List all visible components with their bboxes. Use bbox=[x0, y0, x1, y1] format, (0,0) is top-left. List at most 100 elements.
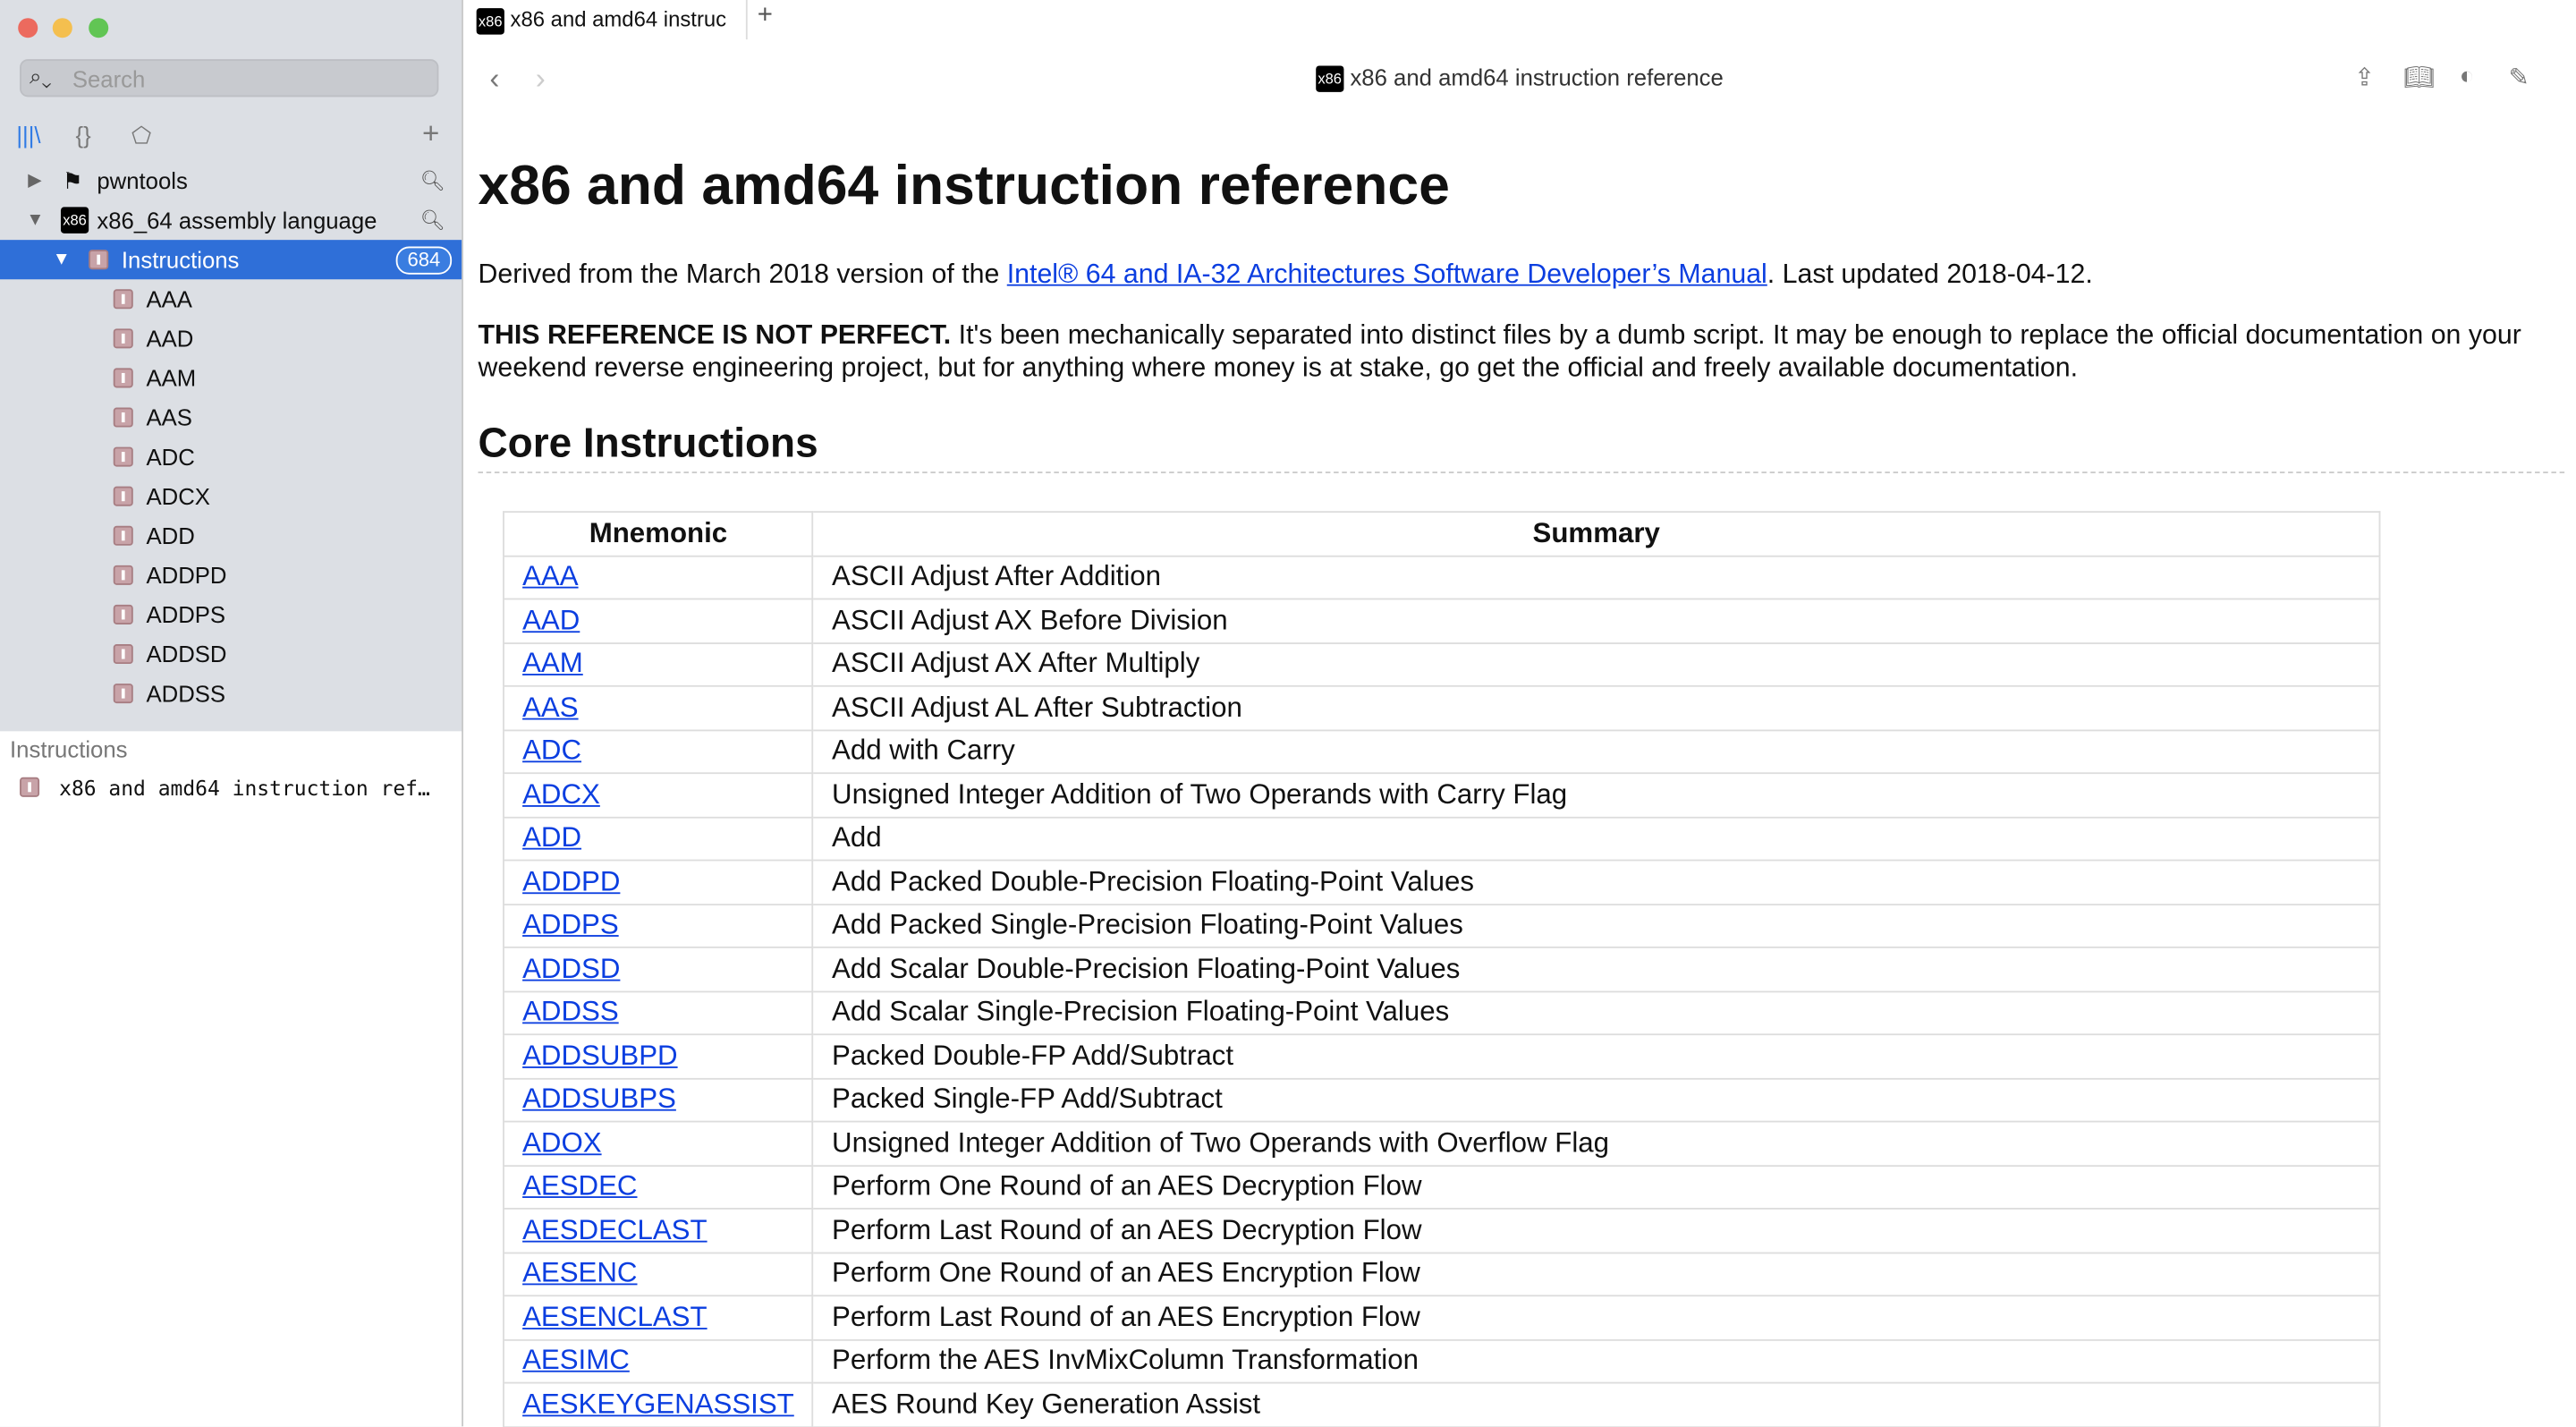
mnemonic-link[interactable]: ADDSS bbox=[522, 997, 619, 1028]
mnemonic-link[interactable]: ADD bbox=[522, 822, 581, 854]
mnemonic-cell: ADD bbox=[503, 815, 814, 862]
mnemonic-link[interactable]: ADDSD bbox=[522, 953, 620, 984]
disclosure-down-icon[interactable]: ▼ bbox=[26, 200, 44, 240]
table-row: AAD ASCII Adjust AX Before Division bbox=[503, 598, 2381, 644]
sidebar-item[interactable]: ADDSUBPD bbox=[0, 713, 462, 721]
summary-cell: ASCII Adjust After Addition bbox=[811, 554, 2381, 600]
instruction-icon bbox=[113, 604, 133, 624]
add-icon[interactable]: + bbox=[422, 116, 439, 151]
index-item[interactable]: x86 and amd64 instruction ref… bbox=[0, 770, 462, 806]
mnemonic-link[interactable]: AESDECLAST bbox=[522, 1214, 708, 1245]
share-icon[interactable]: ⇪ bbox=[2354, 63, 2375, 92]
mnemonic-link[interactable]: AESENCLAST bbox=[522, 1301, 708, 1332]
summary-cell: Add bbox=[811, 815, 2381, 862]
search-icon[interactable]: 🔍︎ bbox=[420, 161, 445, 200]
table-row: ADOX Unsigned Integer Addition of Two Ope… bbox=[503, 1120, 2381, 1167]
mnemonic-cell: ADDSUBPS bbox=[503, 1076, 814, 1123]
table-row: AESIMC Perform the AES InvMixColumn Trans… bbox=[503, 1338, 2381, 1384]
close-button[interactable] bbox=[18, 18, 38, 38]
table-row: ADDSD Add Scalar Double-Precision Floatin… bbox=[503, 946, 2381, 992]
sidebar-item[interactable]: ADDPS bbox=[0, 595, 462, 634]
instruction-icon bbox=[113, 407, 133, 428]
mnemonic-link[interactable]: ADC bbox=[522, 735, 581, 766]
mnemonic-link[interactable]: AESKEYGENASSIST bbox=[522, 1389, 794, 1420]
sidebar-item[interactable]: ADC bbox=[0, 437, 462, 477]
mnemonic-link[interactable]: ADDPD bbox=[522, 865, 620, 896]
mnemonic-cell: AESDECLAST bbox=[503, 1208, 814, 1253]
sidebar-item[interactable]: AAM bbox=[0, 358, 462, 397]
instruction-table: Mnemonic Summary AAA ASCII Adjust After A… bbox=[503, 511, 2381, 1427]
mnemonic-link[interactable]: AAA bbox=[522, 561, 579, 592]
minimize-button[interactable] bbox=[52, 18, 72, 38]
mnemonic-cell: AESENCLAST bbox=[503, 1295, 814, 1340]
index-header: Instructions bbox=[10, 735, 128, 763]
sidebar-item[interactable]: ADDSS bbox=[0, 674, 462, 713]
annotate-icon[interactable]: ✎ bbox=[2509, 63, 2529, 92]
intro-paragraph: Derived from the March 2018 version of t… bbox=[478, 259, 2093, 290]
summary-cell: Add Scalar Double-Precision Floating-Poi… bbox=[811, 946, 2381, 992]
x86-logo-icon: x86 bbox=[1316, 66, 1344, 93]
instruction-icon bbox=[113, 684, 133, 704]
appearance-icon[interactable]: ◐ bbox=[2460, 63, 2475, 90]
mnemonic-link[interactable]: ADOX bbox=[522, 1127, 602, 1159]
summary-cell: Add with Carry bbox=[811, 728, 2381, 775]
mnemonic-link[interactable]: AAD bbox=[522, 604, 580, 635]
disclosure-right-icon[interactable]: ▶ bbox=[28, 161, 42, 200]
x86-logo-icon: x86 bbox=[60, 207, 89, 234]
search-icon: ⌕⌄ bbox=[30, 64, 52, 89]
summary-cell: Perform the AES InvMixColumn Transformat… bbox=[811, 1338, 2381, 1384]
mnemonic-link[interactable]: AESENC bbox=[522, 1258, 637, 1289]
table-row: ADC Add with Carry bbox=[503, 728, 2381, 775]
summary-cell: Add Scalar Single-Precision Floating-Poi… bbox=[811, 990, 2381, 1036]
sidebar: ⌕⌄ Search |||\ {} ⬠ + ▶ ⚑ pwntools 🔍︎ ▼ … bbox=[0, 0, 463, 1427]
new-tab-button[interactable]: + bbox=[758, 2, 773, 31]
bookmarks-icon[interactable]: 📖︎ bbox=[2403, 63, 2435, 92]
mnemonic-link[interactable]: ADDPS bbox=[522, 909, 619, 940]
mnemonic-cell: AAA bbox=[503, 554, 814, 600]
sidebar-item[interactable]: ADDSD bbox=[0, 634, 462, 674]
table-row: AESENCLAST Perform Last Round of an AES E… bbox=[503, 1295, 2381, 1340]
tree-item-pwntools[interactable]: ▶ ⚑ pwntools 🔍︎ bbox=[0, 161, 462, 200]
library-icon[interactable]: |||\ bbox=[16, 122, 40, 148]
mnemonic-cell: AESIMC bbox=[503, 1338, 814, 1384]
mnemonic-link[interactable]: ADCX bbox=[522, 778, 600, 810]
braces-icon[interactable]: {} bbox=[75, 122, 90, 148]
disclosure-down-icon[interactable]: ▼ bbox=[53, 240, 71, 279]
table-row: AESDEC Perform One Round of an AES Decryp… bbox=[503, 1164, 2381, 1210]
instruction-icon bbox=[113, 565, 133, 585]
mnemonic-cell: AAD bbox=[503, 598, 814, 644]
mnemonic-link[interactable]: ADDSUBPS bbox=[522, 1083, 676, 1115]
mnemonic-link[interactable]: AESDEC bbox=[522, 1170, 637, 1202]
summary-cell: Add Packed Single-Precision Floating-Poi… bbox=[811, 903, 2381, 948]
mnemonic-cell: AAM bbox=[503, 641, 814, 687]
mnemonic-link[interactable]: AAS bbox=[522, 692, 579, 723]
table-row: ADD Add bbox=[503, 815, 2381, 862]
document-title: x86 x86 and amd64 instruction reference bbox=[463, 64, 2576, 93]
instruction-icon bbox=[113, 446, 133, 467]
mnemonic-cell: AESENC bbox=[503, 1251, 814, 1297]
tag-icon[interactable]: ⬠ bbox=[131, 122, 151, 149]
table-row: ADDPS Add Packed Single-Precision Floatin… bbox=[503, 903, 2381, 948]
search-input[interactable]: ⌕⌄ Search bbox=[20, 59, 439, 98]
summary-cell: Perform Last Round of an AES Encryption … bbox=[811, 1295, 2381, 1340]
search-icon[interactable]: 🔍︎ bbox=[420, 200, 445, 240]
sidebar-item[interactable]: AAA bbox=[0, 279, 462, 319]
table-row: AESENC Perform One Round of an AES Encryp… bbox=[503, 1251, 2381, 1297]
zoom-button[interactable] bbox=[89, 18, 109, 38]
tree-item-x86[interactable]: ▼ x86 x86_64 assembly language 🔍︎ bbox=[0, 200, 462, 240]
sidebar-item[interactable]: ADCX bbox=[0, 477, 462, 516]
manual-link[interactable]: Intel® 64 and IA-32 Architectures Softwa… bbox=[1007, 259, 1767, 289]
mnemonic-link[interactable]: AESIMC bbox=[522, 1345, 630, 1376]
sidebar-item[interactable]: ADDPD bbox=[0, 556, 462, 595]
instruction-icon bbox=[113, 486, 133, 506]
sidebar-item[interactable]: AAD bbox=[0, 319, 462, 358]
table-row: AESKEYGENASSIST AES Round Key Generation … bbox=[503, 1381, 2381, 1427]
sidebar-item[interactable]: AAS bbox=[0, 397, 462, 437]
mnemonic-link[interactable]: ADDSUBPD bbox=[522, 1040, 678, 1071]
sidebar-item[interactable]: ADD bbox=[0, 516, 462, 556]
tab-reference[interactable]: x86 x86 and amd64 instruc bbox=[476, 4, 726, 37]
mnemonic-link[interactable]: AAM bbox=[522, 648, 583, 679]
mnemonic-cell: ADDSUBPD bbox=[503, 1033, 814, 1079]
tree-item-instructions[interactable]: ▼ Instructions 684 bbox=[0, 240, 462, 280]
table-row: ADDSUBPS Packed Single-FP Add/Subtract bbox=[503, 1076, 2381, 1123]
